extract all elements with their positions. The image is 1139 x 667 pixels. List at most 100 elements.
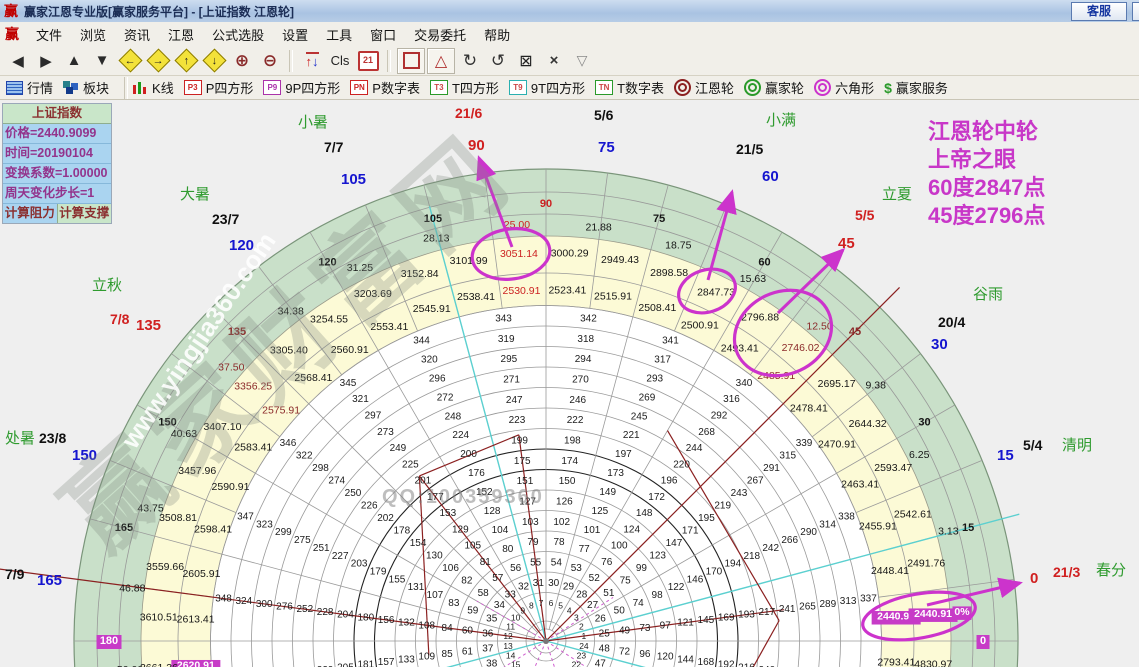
svg-text:168: 168: [698, 657, 715, 667]
toolbar-sectors[interactable]: 板块: [63, 78, 109, 97]
scale-toggle-icon[interactable]: ↑↓: [299, 49, 325, 73]
svg-text:52: 52: [589, 573, 601, 584]
toolbar-t-square[interactable]: T3 T四方形: [429, 78, 499, 97]
svg-text:153: 153: [439, 508, 456, 519]
calc-resistance-button[interactable]: 计算阻力: [3, 204, 58, 223]
nav-right-icon[interactable]: ▶: [33, 49, 59, 73]
toolbar-9p-square[interactable]: P9 9P四方形: [263, 78, 340, 97]
svg-text:2590.91: 2590.91: [212, 481, 250, 493]
svg-text:0: 0: [980, 635, 986, 647]
svg-text:2583.41: 2583.41: [234, 441, 272, 453]
box-x-icon[interactable]: ⊠: [513, 49, 539, 73]
svg-text:342: 342: [580, 314, 597, 325]
svg-text:47: 47: [595, 658, 607, 667]
wheel-outer-label: 60: [762, 168, 779, 185]
zoom-in-icon[interactable]: ⊕: [229, 49, 255, 73]
toolbar-gann-wheel[interactable]: 江恩轮: [674, 78, 734, 97]
svg-text:319: 319: [498, 334, 515, 345]
menu-设置[interactable]: 设置: [273, 23, 317, 46]
svg-text:300: 300: [256, 599, 273, 610]
partial-button[interactable]: [1132, 2, 1139, 21]
svg-text:130: 130: [426, 550, 443, 561]
svg-text:2949.43: 2949.43: [601, 254, 639, 266]
draw-triangle-icon[interactable]: △: [427, 47, 455, 74]
svg-text:12.50: 12.50: [806, 320, 832, 332]
menu-文件[interactable]: 文件: [27, 23, 71, 46]
toolbar-9t-square[interactable]: T9 9T四方形: [508, 78, 585, 97]
svg-text:2: 2: [579, 621, 584, 631]
pan-right-icon[interactable]: →: [145, 48, 171, 73]
wheel-outer-label: 45: [838, 235, 855, 252]
svg-text:218: 218: [743, 551, 760, 562]
svg-text:294: 294: [575, 354, 592, 365]
toolbar-kline[interactable]: K线: [133, 78, 174, 97]
svg-text:2440.91: 2440.91: [914, 608, 952, 620]
toolbar-9p-square-label: 9P四方形: [285, 81, 341, 96]
menu-帮助[interactable]: 帮助: [475, 23, 519, 46]
pan-down-icon[interactable]: ↓: [201, 48, 227, 73]
svg-text:31: 31: [533, 578, 545, 589]
svg-text:316: 316: [723, 394, 740, 405]
svg-text:269: 269: [639, 392, 656, 403]
svg-text:203: 203: [351, 559, 368, 570]
date-value: 时间=20190104: [3, 144, 111, 164]
toolbar-p-square[interactable]: P3 P四方形: [183, 78, 253, 97]
nav-up-icon[interactable]: ▲: [61, 49, 87, 73]
toolbar-winner-wheel[interactable]: 赢家轮: [744, 78, 804, 97]
svg-text:170: 170: [706, 566, 723, 577]
svg-text:221: 221: [623, 430, 640, 441]
rotate-ccw-icon[interactable]: ↺: [485, 49, 511, 73]
menu-工具[interactable]: 工具: [317, 23, 361, 46]
svg-text:50: 50: [614, 606, 626, 617]
nav-down-icon[interactable]: ▼: [89, 49, 115, 73]
rotate-cw-icon[interactable]: ↻: [457, 49, 483, 73]
svg-text:8: 8: [529, 601, 534, 611]
pan-left-icon[interactable]: ←: [117, 48, 143, 73]
svg-text:2898.58: 2898.58: [650, 267, 688, 279]
svg-text:124: 124: [623, 524, 640, 535]
svg-text:49: 49: [619, 626, 631, 637]
svg-text:99: 99: [636, 563, 648, 574]
cls-button[interactable]: Cls: [327, 49, 353, 73]
menu-江恩[interactable]: 江恩: [159, 23, 203, 46]
toolbar-t-table[interactable]: TN T数字表: [595, 78, 664, 97]
svg-text:243: 243: [731, 488, 748, 499]
menu-窗口[interactable]: 窗口: [361, 23, 405, 46]
svg-text:108: 108: [418, 620, 435, 631]
svg-text:11: 11: [506, 621, 515, 631]
svg-text:43.75: 43.75: [137, 503, 163, 515]
svg-text:3: 3: [574, 613, 579, 623]
draw-square-icon[interactable]: [397, 47, 425, 74]
toolbar-hexagon[interactable]: 六角形: [814, 78, 874, 97]
svg-text:2644.32: 2644.32: [849, 418, 887, 430]
svg-text:299: 299: [275, 527, 292, 538]
svg-text:172: 172: [648, 492, 665, 503]
menu-资讯[interactable]: 资讯: [115, 23, 159, 46]
svg-text:157: 157: [378, 657, 395, 667]
nav-left-icon[interactable]: ◀: [5, 49, 31, 73]
wheel-outer-label: 7/8: [110, 311, 130, 327]
calc-support-button[interactable]: 计算支撑: [57, 204, 111, 223]
menu-交易委托[interactable]: 交易委托: [405, 23, 475, 46]
svg-text:341: 341: [662, 336, 679, 347]
toolbar-quotes[interactable]: 行情: [6, 78, 53, 97]
clear-icon[interactable]: ▽: [569, 49, 595, 73]
pan-up-icon[interactable]: ↑: [173, 48, 199, 73]
svg-text:313: 313: [840, 596, 857, 607]
shrink-icon[interactable]: ×: [541, 49, 567, 73]
zoom-out-icon[interactable]: ⊖: [257, 49, 283, 73]
svg-text:347: 347: [237, 512, 254, 523]
calendar-icon[interactable]: 21: [355, 49, 381, 73]
svg-text:2575.91: 2575.91: [262, 405, 300, 417]
svg-text:144: 144: [677, 654, 694, 665]
svg-text:131: 131: [408, 582, 425, 593]
toolbar-p-table[interactable]: PN P数字表: [350, 78, 420, 97]
wheel-outer-label: 0: [1030, 570, 1038, 587]
menu-公式选股[interactable]: 公式选股: [203, 23, 273, 46]
svg-text:267: 267: [747, 475, 764, 486]
toolbar-winner-service[interactable]: $ 赢家服务: [884, 78, 948, 97]
svg-text:169: 169: [718, 612, 735, 623]
customer-service-button[interactable]: 客服: [1071, 2, 1127, 21]
menu-浏览[interactable]: 浏览: [71, 23, 115, 46]
wheel-outer-label: 小满: [766, 112, 796, 129]
